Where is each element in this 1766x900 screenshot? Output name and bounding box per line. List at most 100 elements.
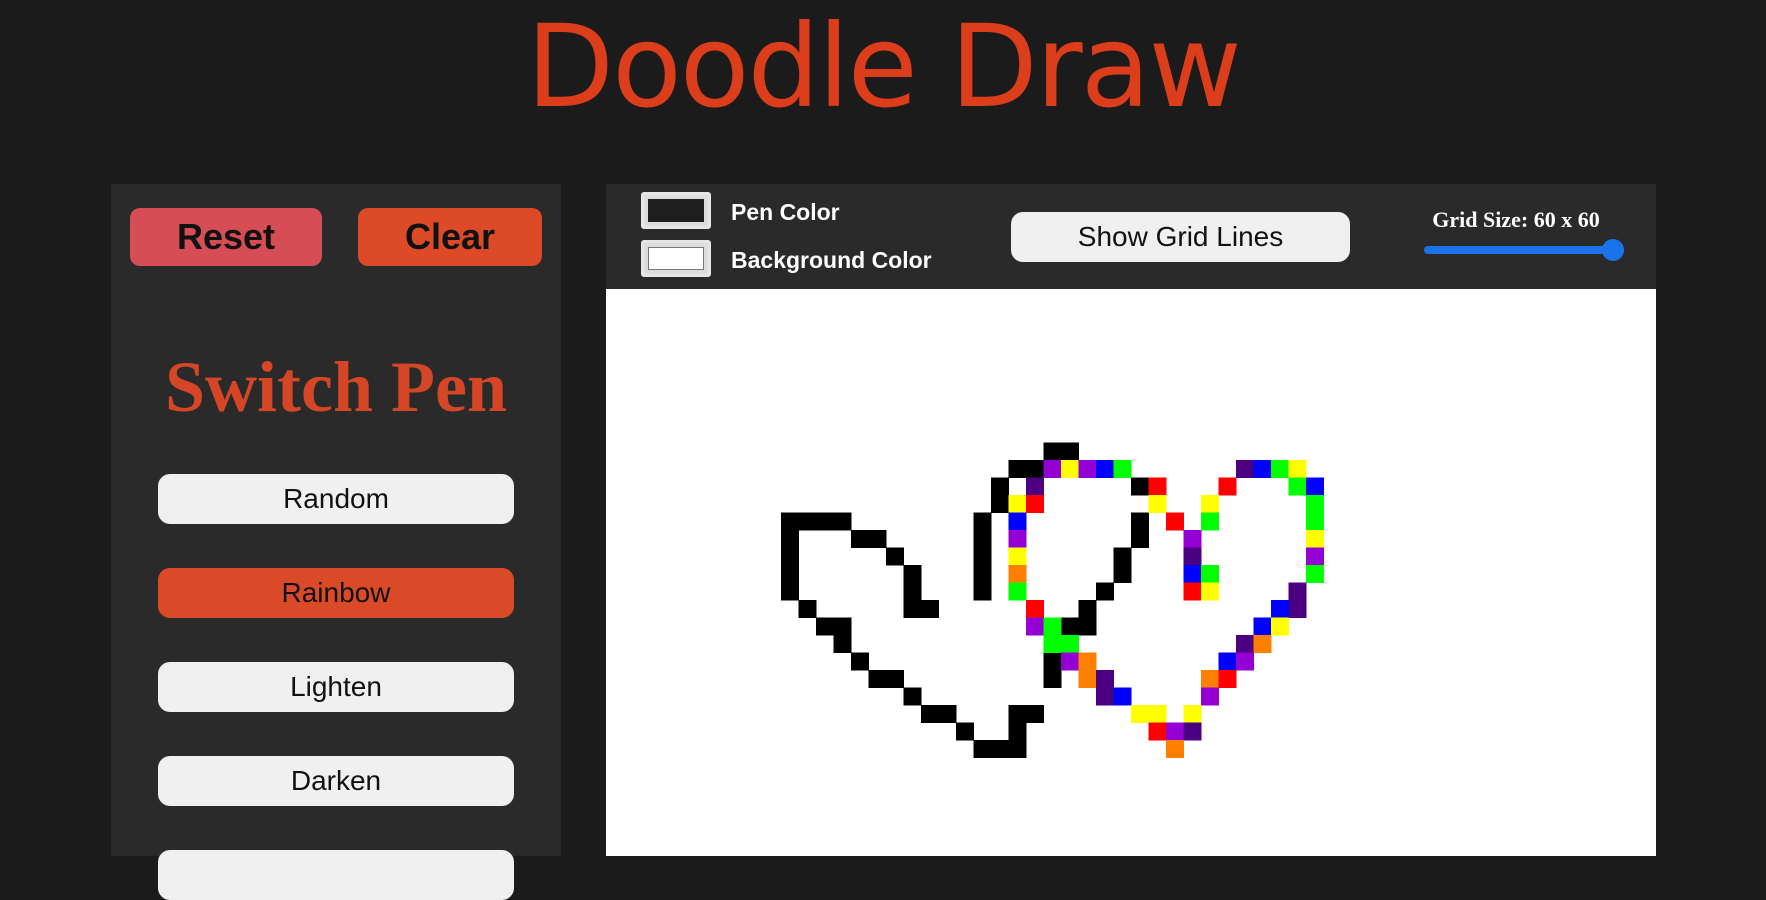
rainbow-pixel — [1008, 582, 1027, 601]
rainbow-pixel — [1026, 495, 1044, 513]
sidebar-panel: Reset Clear Switch Pen Random Rainbow Li… — [111, 184, 561, 900]
rainbow-pixel — [1306, 477, 1324, 496]
rainbow-pixel — [1236, 652, 1254, 671]
rainbow-pixel — [1218, 670, 1237, 688]
pen-pixel — [1131, 512, 1149, 531]
grid-size-slider-track[interactable] — [1424, 246, 1612, 254]
pen-mode-lighten-button[interactable]: Lighten — [158, 662, 514, 712]
pen-pixel — [781, 547, 799, 566]
rainbow-pixel — [1183, 705, 1202, 723]
pen-pixel — [991, 495, 1009, 513]
rainbow-pixel — [1288, 600, 1307, 618]
pen-pixel — [781, 582, 799, 601]
rainbow-pixel — [1096, 687, 1114, 706]
pen-pixel — [903, 687, 922, 706]
pen-pixel — [1078, 600, 1097, 618]
pen-pixel — [1043, 670, 1062, 688]
pen-pixel — [1026, 705, 1044, 723]
rainbow-pixel — [1148, 477, 1167, 496]
pen-pixel — [1043, 442, 1062, 461]
pen-pixel — [1008, 740, 1027, 758]
pen-pixel — [1061, 617, 1079, 636]
rainbow-pixel — [1113, 687, 1132, 706]
show-grid-lines-button[interactable]: Show Grid Lines — [1011, 212, 1350, 262]
pen-pixel — [973, 740, 992, 758]
rainbow-pixel — [1043, 635, 1062, 653]
pen-pixel — [973, 565, 992, 583]
rainbow-pixel — [1131, 705, 1149, 723]
pen-pixel — [781, 530, 799, 548]
pen-pixel — [781, 512, 799, 531]
pen-pixel — [886, 547, 904, 566]
rainbow-pixel — [1201, 582, 1219, 601]
pen-pixel — [1008, 722, 1027, 741]
switch-pen-heading: Switch Pen — [165, 347, 507, 427]
rainbow-pixel — [1183, 565, 1202, 583]
rainbow-pixel — [1061, 635, 1079, 653]
background-color-swatch — [648, 247, 704, 270]
pen-pixel — [1061, 442, 1079, 461]
pen-pixel — [903, 600, 922, 618]
pen-pixel — [903, 582, 922, 601]
rainbow-pixel — [1306, 495, 1324, 513]
pen-color-swatch — [648, 199, 704, 222]
rainbow-pixel — [1306, 530, 1324, 548]
pen-pixel — [1043, 652, 1062, 671]
pen-pixel — [781, 565, 799, 583]
rainbow-pixel — [1183, 722, 1202, 741]
rainbow-pixel — [1166, 512, 1184, 531]
canvas-toolbar: Pen Color Background Color Show Grid Lin… — [606, 184, 1656, 289]
pen-pixel — [816, 617, 834, 636]
rainbow-pixel — [1148, 495, 1167, 513]
pen-pixel — [973, 582, 992, 601]
rainbow-pixel — [1043, 617, 1062, 636]
pen-pixel — [798, 512, 817, 531]
rainbow-pixel — [1201, 565, 1219, 583]
pen-color-picker[interactable] — [641, 192, 711, 229]
background-color-picker[interactable] — [641, 240, 711, 277]
pen-pixel — [1113, 547, 1132, 566]
rainbow-pixel — [1201, 687, 1219, 706]
pen-pixel — [1113, 565, 1132, 583]
rainbow-pixel — [1183, 547, 1202, 566]
rainbow-pixel — [1306, 565, 1324, 583]
pen-mode-darken-button[interactable]: Darken — [158, 756, 514, 806]
rainbow-pixel — [1026, 617, 1044, 636]
grid-size-slider-thumb[interactable] — [1602, 239, 1624, 261]
pen-pixel — [991, 740, 1009, 758]
rainbow-pixel — [1183, 530, 1202, 548]
pen-pixel — [921, 600, 939, 618]
pen-pixel — [973, 512, 992, 531]
reset-button[interactable]: Reset — [130, 208, 322, 266]
rainbow-pixel — [1253, 460, 1272, 478]
pen-mode-rainbow-button[interactable]: Rainbow — [158, 568, 514, 618]
rainbow-pixel — [1026, 477, 1044, 496]
rainbow-pixel — [1061, 460, 1079, 478]
clear-button[interactable]: Clear — [358, 208, 542, 266]
rainbow-pixel — [1288, 460, 1307, 478]
pen-pixel — [1131, 477, 1149, 496]
pen-pixel — [973, 547, 992, 566]
pen-pixel — [833, 635, 852, 653]
rainbow-pixel — [1253, 617, 1272, 636]
rainbow-pixel — [1148, 705, 1167, 723]
pen-color-label: Pen Color — [731, 199, 840, 225]
pen-pixel — [816, 512, 834, 531]
pen-mode-more-button[interactable] — [158, 850, 514, 900]
app-title: Doodle Draw — [526, 0, 1241, 133]
drawing-canvas[interactable] — [606, 289, 1656, 856]
pen-pixel — [1096, 582, 1114, 601]
rainbow-pixel — [1201, 512, 1219, 531]
pen-pixel — [1008, 460, 1027, 478]
rainbow-pixel — [1008, 565, 1027, 583]
rainbow-pixel — [1078, 460, 1097, 478]
rainbow-pixel — [1271, 460, 1289, 478]
background-color-label: Background Color — [731, 247, 932, 273]
rainbow-pixel — [1166, 740, 1184, 758]
pen-pixel — [1026, 460, 1044, 478]
rainbow-pixel — [1096, 460, 1114, 478]
rainbow-pixel — [1078, 652, 1097, 671]
pen-mode-random-button[interactable]: Random — [158, 474, 514, 524]
rainbow-pixel — [1288, 477, 1307, 496]
rainbow-pixel — [1008, 495, 1027, 513]
